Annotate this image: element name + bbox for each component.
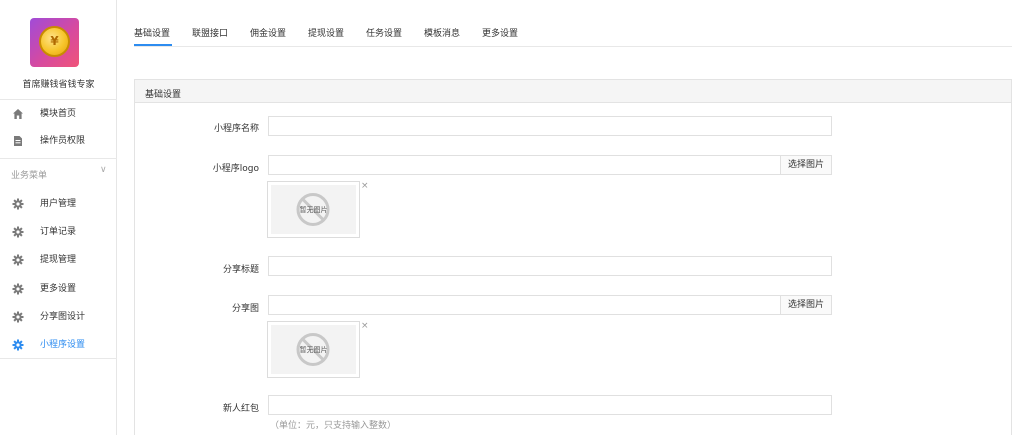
no-image-text: 暂无图片 (299, 206, 328, 214)
chevron-down-icon[interactable]: ∨ (100, 165, 107, 175)
sidebar-item-label: 提现管理 (40, 255, 77, 265)
tab-task-settings[interactable]: 任务设置 (366, 26, 402, 39)
gear-icon (12, 339, 24, 351)
divider (0, 99, 117, 100)
divider (0, 358, 117, 359)
share-image-input[interactable] (268, 295, 781, 315)
image-placeholder: 暂无图片 (271, 325, 356, 374)
tab-more-settings[interactable]: 更多设置 (482, 26, 518, 39)
sidebar-group-title[interactable]: 业务菜单 (11, 168, 47, 181)
sidebar-item-more-settings[interactable]: 更多设置 (0, 276, 117, 302)
share-title-label: 分享标题 (222, 265, 259, 275)
app-logo: ¥ (30, 18, 79, 67)
sidebar-item-miniprogram-settings[interactable]: 小程序设置 (0, 332, 117, 358)
active-tab-indicator (134, 44, 172, 46)
miniprogram-name-input[interactable] (268, 116, 832, 136)
miniprogram-name-label: 小程序名称 (213, 124, 259, 134)
settings-tabs: 基础设置 联盟接口 佣金设置 提现设置 任务设置 模板消息 更多设置 (134, 0, 1012, 47)
gear-icon (12, 283, 24, 295)
sidebar-item-label: 分享图设计 (40, 312, 86, 322)
document-icon (14, 136, 22, 146)
divider (0, 158, 117, 159)
tab-alliance-api[interactable]: 联盟接口 (192, 26, 228, 39)
sidebar-item-label: 更多设置 (40, 284, 77, 294)
sidebar-item-order-records[interactable]: 订单记录 (0, 219, 117, 245)
gear-icon (12, 311, 24, 323)
sidebar-item-label: 用户管理 (40, 199, 77, 209)
tab-template-messages[interactable]: 模板消息 (424, 26, 460, 39)
share-select-image-button[interactable]: 选择图片 (780, 295, 832, 315)
miniprogram-logo-input[interactable] (268, 155, 781, 175)
miniprogram-logo-label: 小程序logo (212, 164, 259, 174)
sidebar-item-label: 模块首页 (40, 109, 77, 119)
image-placeholder: 暂无图片 (271, 185, 356, 234)
sidebar-item-label: 操作员权限 (40, 136, 86, 146)
panel-header: 基础设置 (135, 80, 1011, 103)
panel-title: 基础设置 (145, 90, 182, 100)
logo-preview: 暂无图片 (267, 181, 360, 238)
coin-icon: ¥ (39, 26, 70, 57)
new-user-redpack-label: 新人红包 (222, 404, 259, 414)
app-name: 首席赚钱省钱专家 (22, 80, 95, 90)
tab-basic-settings[interactable]: 基础设置 (134, 26, 170, 39)
new-user-redpack-input[interactable] (268, 395, 832, 415)
redpack-hint: （单位：元，只支持输入整数） (270, 421, 397, 431)
gear-icon (12, 198, 24, 210)
sidebar-item-share-design[interactable]: 分享图设计 (0, 304, 117, 330)
home-icon (13, 109, 23, 119)
sidebar-item-module-home[interactable]: 模块首页 (0, 101, 117, 127)
sidebar: ¥ 首席赚钱省钱专家 模块首页 操作员权限 业务菜单 ∨ 用户管理 订单记录 提… (0, 0, 117, 435)
gear-icon (12, 226, 24, 238)
remove-share-image-icon[interactable]: × (361, 321, 369, 331)
sidebar-item-operator-permissions[interactable]: 操作员权限 (0, 128, 117, 154)
logo-select-image-button[interactable]: 选择图片 (780, 155, 832, 175)
share-image-label: 分享图 (231, 304, 259, 314)
basic-settings-panel: 基础设置 小程序名称 小程序logo 选择图片 暂无图片 × 分享标题 分享图 … (134, 79, 1012, 435)
remove-logo-icon[interactable]: × (361, 181, 369, 191)
tab-withdraw-settings[interactable]: 提现设置 (308, 26, 344, 39)
tab-commission-settings[interactable]: 佣金设置 (250, 26, 286, 39)
sidebar-item-label: 订单记录 (40, 227, 77, 237)
share-title-input[interactable] (268, 256, 832, 276)
share-image-preview: 暂无图片 (267, 321, 360, 378)
sidebar-item-withdraw-management[interactable]: 提现管理 (0, 247, 117, 273)
gear-icon (12, 254, 24, 266)
no-image-text: 暂无图片 (299, 346, 328, 354)
sidebar-item-label: 小程序设置 (40, 340, 86, 350)
sidebar-item-user-management[interactable]: 用户管理 (0, 191, 117, 217)
